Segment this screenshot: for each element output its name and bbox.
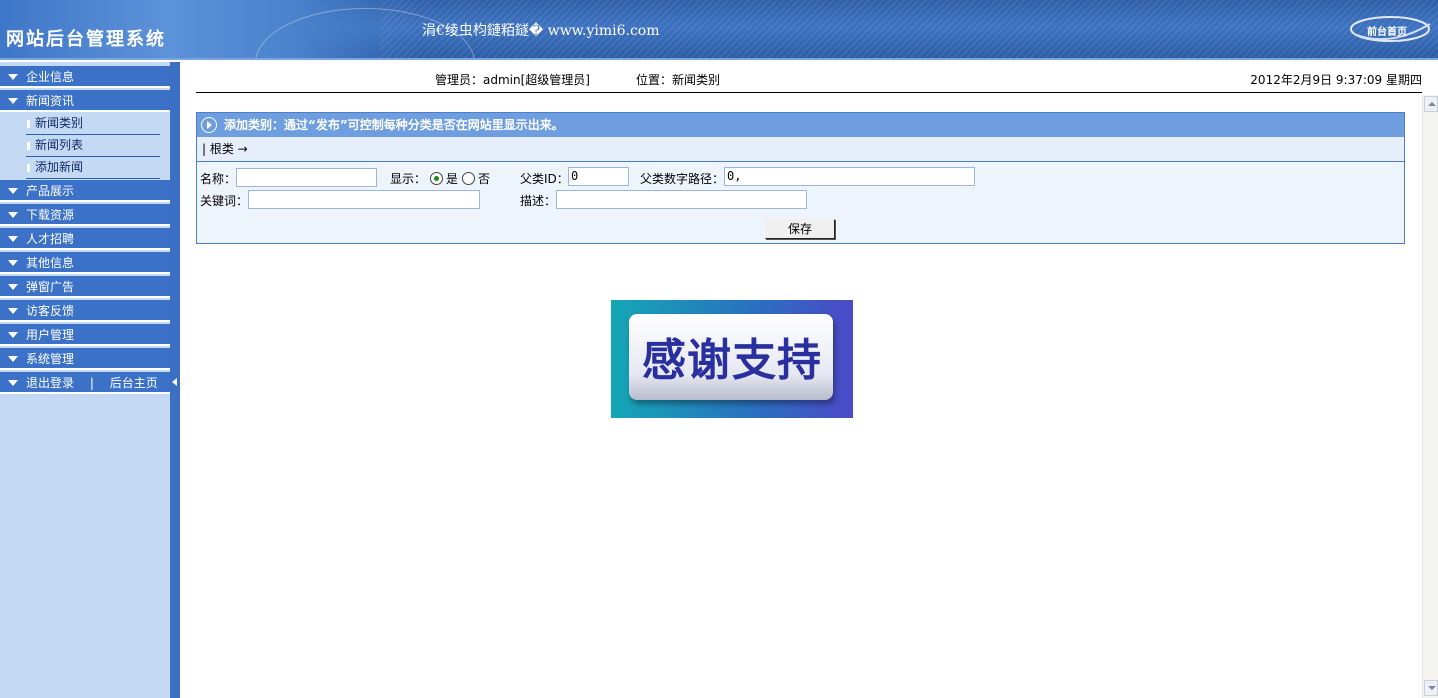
triangle-down-icon xyxy=(8,260,18,266)
thanks-card: 感谢支持 xyxy=(629,314,833,400)
sidebar-item-news-list[interactable]: 新闻列表 xyxy=(26,135,160,157)
sidebar-group-label: 下载资源 xyxy=(26,208,75,222)
bullet-icon xyxy=(27,142,30,150)
sidebar-group-label: 访客反馈 xyxy=(26,304,75,318)
sidebar-group-label: 企业信息 xyxy=(26,70,75,84)
sidebar-group-label: 系统管理 xyxy=(26,352,75,366)
sidebar-group-label: 新闻资讯 xyxy=(26,94,75,108)
sidebar-logout-row: 退出登录 | 后台主页 xyxy=(0,372,170,394)
description-label: 描述： xyxy=(520,194,557,208)
sidebar-group-label: 人才招聘 xyxy=(26,232,75,246)
sidebar-group-label: 其他信息 xyxy=(26,256,75,270)
header: 网站后台管理系统 涓€绫虫枃鏈粨鐩� www.yimi6.com 前台首页 xyxy=(0,0,1438,60)
sidebar-group-other-info[interactable]: 其他信息 xyxy=(0,252,170,274)
sidebar-item-label: 添加新闻 xyxy=(35,160,84,174)
sidebar-group-downloads[interactable]: 下载资源 xyxy=(0,204,170,226)
triangle-down-icon xyxy=(8,98,18,104)
sidebar-item-label: 新闻类别 xyxy=(35,116,84,130)
sidebar-group-users[interactable]: 用户管理 xyxy=(0,324,170,346)
description-input[interactable] xyxy=(556,190,807,209)
display-no-label: 否 xyxy=(478,172,491,186)
save-button[interactable]: 保存 xyxy=(765,219,835,239)
sidebar-group-jobs[interactable]: 人才招聘 xyxy=(0,228,170,250)
sidebar-group-label: 弹窗广告 xyxy=(26,280,75,294)
sidebar-group-label: 用户管理 xyxy=(26,328,75,342)
current-location: 位置：新闻类别 xyxy=(636,73,721,87)
admin-home-link[interactable]: 后台主页 xyxy=(110,376,158,390)
triangle-down-icon xyxy=(8,308,18,314)
display-yes-label: 是 xyxy=(446,172,459,186)
display-label: 显示： xyxy=(390,172,427,186)
sidebar-group-feedback[interactable]: 访客反馈 xyxy=(0,300,170,322)
sidebar-group-products[interactable]: 产品展示 xyxy=(0,180,170,202)
frontend-home-label: 前台首页 xyxy=(1367,27,1407,38)
parent-id-input[interactable]: 0 xyxy=(568,167,629,186)
arrow-up-icon xyxy=(1428,102,1436,106)
display-yes-radio[interactable] xyxy=(430,172,443,185)
scroll-down-button[interactable] xyxy=(1424,680,1438,696)
sidebar-group-system[interactable]: 系统管理 xyxy=(0,348,170,370)
panel-header: 添加类别：通过“发布”可控制每种分类是否在网站里显示出来。 xyxy=(197,113,1404,137)
sidebar: 企业信息 新闻资讯 新闻类别 新闻列表 添加新闻 产品展示 下载资源 人才招聘 … xyxy=(0,62,180,698)
sidebar-group-news[interactable]: 新闻资讯 xyxy=(0,90,170,112)
display-no-radio[interactable] xyxy=(462,172,475,185)
triangle-down-icon xyxy=(8,380,18,386)
keywords-input[interactable] xyxy=(248,190,480,209)
thanks-banner: 感谢支持 xyxy=(611,300,853,418)
admin-info: 管理员：admin[超级管理员] xyxy=(435,73,590,87)
vertical-scrollbar[interactable] xyxy=(1422,95,1438,698)
parent-path-label: 父类数字路径： xyxy=(640,172,725,186)
name-label: 名称： xyxy=(200,172,237,186)
triangle-down-icon xyxy=(8,74,18,80)
logout-link[interactable]: 退出登录 xyxy=(26,376,74,390)
sidebar-item-news-category[interactable]: 新闻类别 xyxy=(26,113,160,135)
main-content: 管理员：admin[超级管理员] 位置：新闻类别 2012年2月9日 9:37:… xyxy=(180,62,1422,698)
triangle-down-icon xyxy=(8,212,18,218)
frontend-home-link[interactable]: 前台首页 xyxy=(1350,14,1432,44)
triangle-down-icon xyxy=(8,284,18,290)
sidebar-menu: 企业信息 新闻资讯 新闻类别 新闻列表 添加新闻 产品展示 下载资源 人才招聘 … xyxy=(0,62,170,698)
parent-id-label: 父类ID： xyxy=(520,172,569,186)
status-bar: 管理员：admin[超级管理员] 位置：新闻类别 2012年2月9日 9:37:… xyxy=(196,68,1422,93)
menu-separator: | xyxy=(89,376,94,390)
bullet-icon xyxy=(27,164,30,172)
header-site-url: 涓€绫虫枃鏈粨鐩� www.yimi6.com xyxy=(422,23,660,39)
triangle-down-icon xyxy=(8,188,18,194)
collapse-sidebar-icon[interactable] xyxy=(172,378,177,386)
play-circle-icon xyxy=(201,117,217,133)
panel-title: 添加类别：通过“发布”可控制每种分类是否在网站里显示出来。 xyxy=(224,118,564,132)
arrow-down-icon xyxy=(1428,686,1436,690)
add-category-panel: 添加类别：通过“发布”可控制每种分类是否在网站里显示出来。 | 根类 → 名称：… xyxy=(196,112,1405,244)
header-bottom-line xyxy=(0,58,1438,60)
sidebar-group-label: 产品展示 xyxy=(26,184,75,198)
root-category-link[interactable]: | 根类 → xyxy=(202,142,248,156)
sidebar-item-add-news[interactable]: 添加新闻 xyxy=(26,157,160,179)
thanks-text: 感谢支持 xyxy=(642,335,822,386)
sidebar-group-popup-ads[interactable]: 弹窗广告 xyxy=(0,276,170,298)
triangle-down-icon xyxy=(8,356,18,362)
triangle-down-icon xyxy=(8,332,18,338)
system-title: 网站后台管理系统 xyxy=(6,29,166,50)
parent-path-input[interactable]: 0, xyxy=(724,167,975,186)
keywords-label: 关键词： xyxy=(200,194,249,208)
sidebar-group-company[interactable]: 企业信息 xyxy=(0,66,170,88)
category-breadcrumb: | 根类 → xyxy=(197,137,1404,162)
bullet-icon xyxy=(27,120,30,128)
name-input[interactable] xyxy=(236,168,377,187)
current-datetime: 2012年2月9日 9:37:09 星期四 xyxy=(1250,73,1422,87)
scroll-up-button[interactable] xyxy=(1424,96,1438,112)
sidebar-item-label: 新闻列表 xyxy=(35,138,84,152)
triangle-down-icon xyxy=(8,236,18,242)
